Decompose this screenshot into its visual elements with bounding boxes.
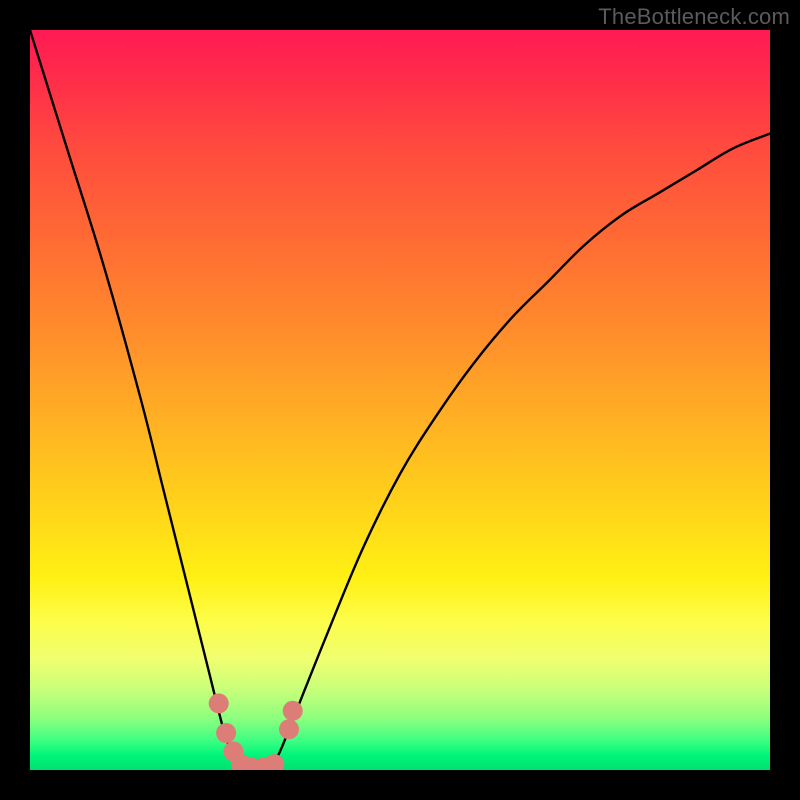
watermark-label: TheBottleneck.com xyxy=(598,4,790,30)
highlight-dot xyxy=(279,719,299,739)
highlight-dot xyxy=(283,701,303,721)
highlight-dots xyxy=(209,693,303,770)
plot-area xyxy=(30,30,770,770)
highlight-dot xyxy=(264,754,284,770)
highlight-dot xyxy=(209,693,229,713)
curve-layer xyxy=(30,30,770,770)
bottleneck-curve xyxy=(30,30,770,770)
chart-frame: TheBottleneck.com xyxy=(0,0,800,800)
highlight-dot xyxy=(216,723,236,743)
